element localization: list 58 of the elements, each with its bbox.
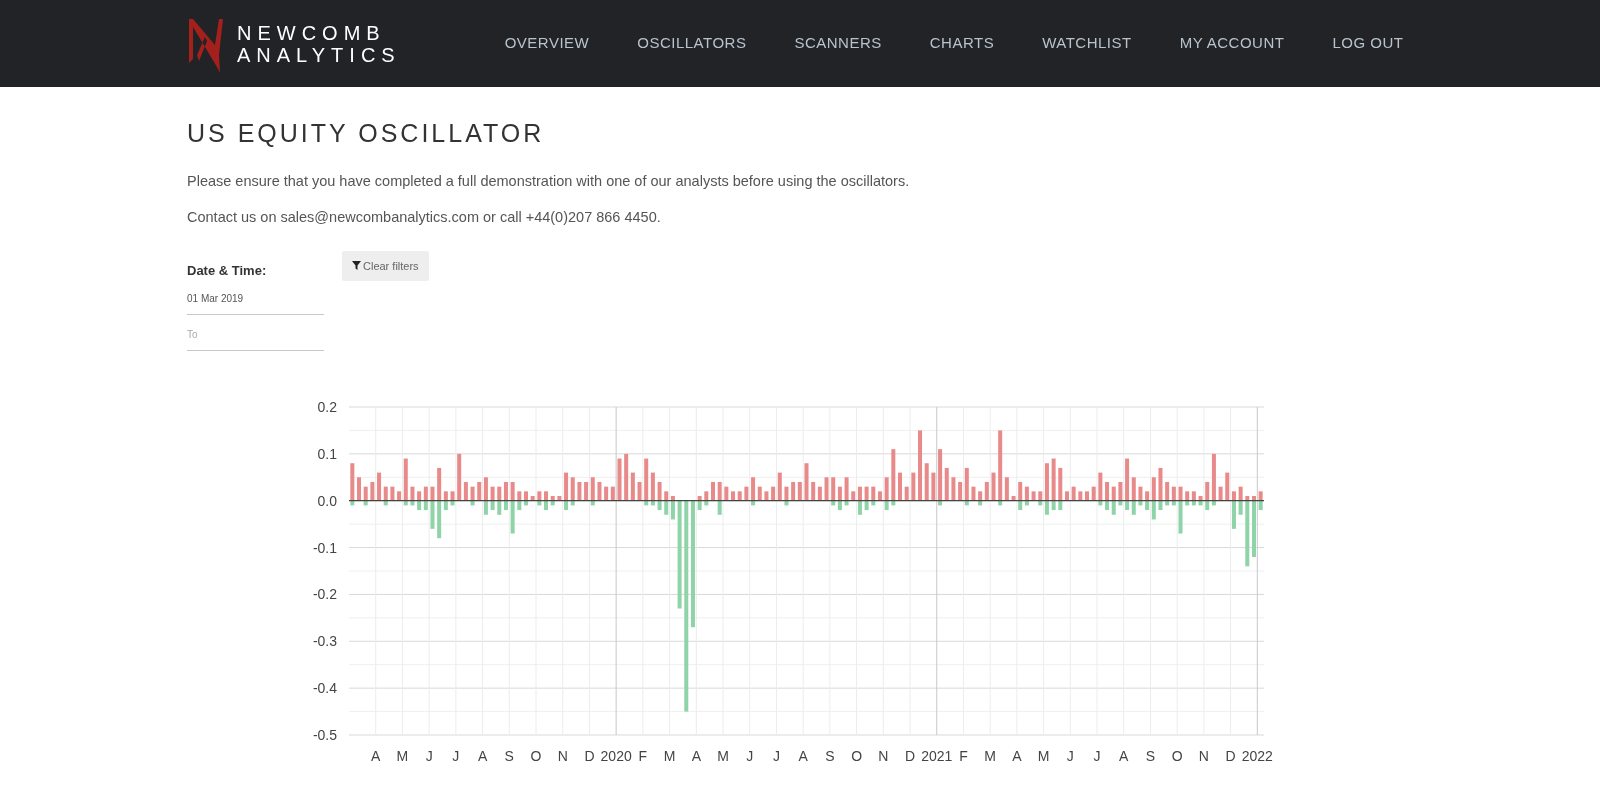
to-date-field[interactable]: To xyxy=(187,326,324,351)
logo-text: NEWCOMB xyxy=(237,21,387,44)
axis-label: M xyxy=(663,747,676,764)
nav-link[interactable]: SCANNERS xyxy=(794,32,882,55)
axis-label: N xyxy=(557,747,568,764)
axis-label: 2020 xyxy=(600,747,632,764)
axis-label: J xyxy=(452,747,460,764)
axis-label: A xyxy=(371,747,381,764)
axis-label: 0.1 xyxy=(317,445,337,462)
axis-label: A xyxy=(798,747,808,764)
axis-label: A xyxy=(477,747,488,764)
axis-label: O xyxy=(1171,747,1183,764)
nav-link[interactable]: MY ACCOUNT xyxy=(1179,32,1285,55)
axis-label: N xyxy=(878,747,889,764)
nav-link[interactable]: CHARTS xyxy=(929,32,995,55)
axis-label: -0.3 xyxy=(312,632,337,649)
contact-text: Contact us on sales@newcombanalytics.com or call +44(0)207 866 4450. xyxy=(187,208,662,228)
logo-text: ANALYTICS xyxy=(237,43,401,66)
axis-label: A xyxy=(1119,747,1129,764)
axis-label: 2022 xyxy=(1241,747,1273,764)
axis-label: N xyxy=(1198,747,1209,764)
axis-label: 0.0 xyxy=(317,492,337,509)
axis-label: A xyxy=(691,747,701,764)
axis-label: J xyxy=(1093,747,1101,764)
axis-label: O xyxy=(851,747,863,764)
axis-label: D xyxy=(904,747,916,764)
axis-label: M xyxy=(396,747,409,764)
axis-label: F xyxy=(959,747,968,764)
axis-label: F xyxy=(638,747,648,764)
axis-label: M xyxy=(717,747,729,764)
axis-label: S xyxy=(825,747,835,764)
axis-label: J xyxy=(425,747,433,764)
nav-link[interactable]: WATCHLIST xyxy=(1042,32,1132,55)
intro-text: Please ensure that you have completed a full demonstration with one of our analysts before using the oscillators. xyxy=(187,171,911,191)
axis-label: S xyxy=(1145,747,1156,764)
axis-label: J xyxy=(1066,747,1074,764)
nav-link[interactable]: OSCILLATORS xyxy=(637,32,747,55)
axis-label: -0.5 xyxy=(312,726,337,743)
axis-label: S xyxy=(504,747,514,764)
axis-label: M xyxy=(984,747,996,764)
clear-filters-button[interactable]: Clear filters xyxy=(342,251,429,281)
page-title: US EQUITY OSCILLATOR xyxy=(187,118,546,149)
axis-label: 0.2 xyxy=(317,398,337,415)
axis-label: J xyxy=(772,747,780,764)
axis-label: J xyxy=(746,747,754,764)
nav-link[interactable]: OVERVIEW xyxy=(504,32,590,55)
axis-label: O xyxy=(530,747,542,764)
axis-label: -0.2 xyxy=(312,585,337,602)
axis-label: D xyxy=(1225,747,1236,764)
axis-label: M xyxy=(1037,747,1050,764)
axis-label: -0.1 xyxy=(312,539,337,556)
nav-link[interactable]: LOG OUT xyxy=(1332,32,1404,55)
axis-label: A xyxy=(1012,747,1022,764)
filter-label: Date & Time: xyxy=(187,262,268,280)
axis-label: -0.4 xyxy=(312,679,337,696)
from-date-field[interactable]: 01 Mar 2019 xyxy=(187,290,324,315)
axis-label: 2021 xyxy=(921,747,953,764)
axis-label: D xyxy=(584,747,595,764)
